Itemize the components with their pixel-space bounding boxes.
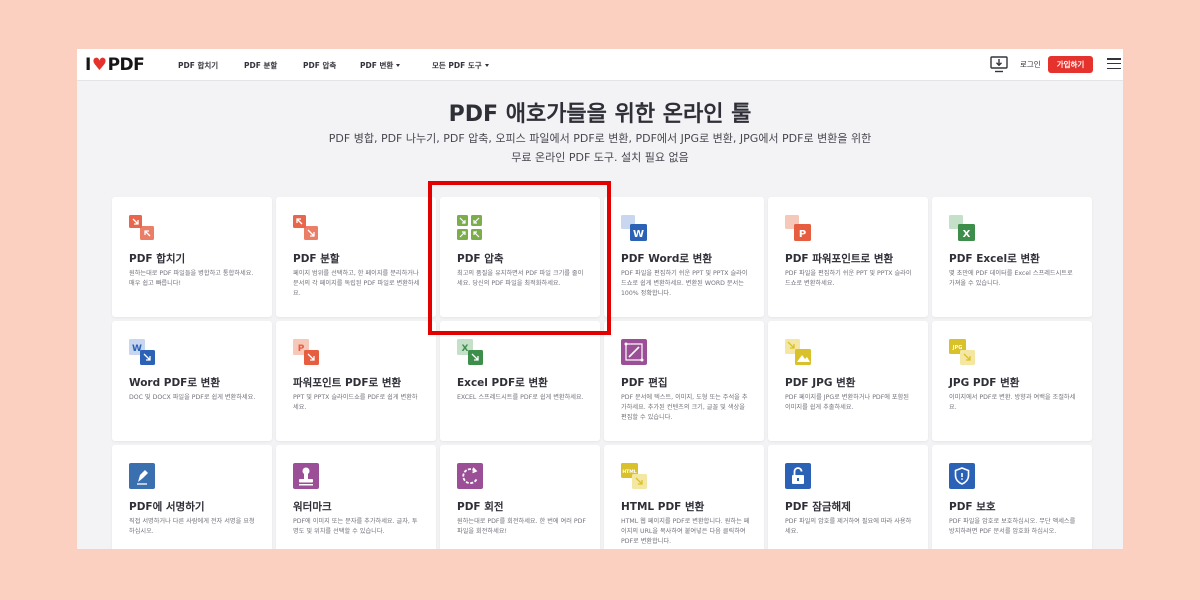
tool-card-html-to-pdf[interactable]: HTML HTML PDF 변환 HTML 웹 페이지를 PDF로 변환합니다.… bbox=[604, 445, 764, 549]
tool-description: 페이지 범위를 선택하고, 한 페이지를 분리하거나 문서의 각 페이지를 독립… bbox=[293, 270, 420, 297]
nav-all-tools[interactable]: 모든 PDF 도구 bbox=[432, 49, 489, 81]
tool-description: PDF 파일을 편집하기 쉬운 PPT 및 PPTX 슬라이드쇼로 쉽게 변환하… bbox=[621, 270, 748, 297]
tool-description: 직접 서명하거나 다른 사람에게 전자 서명을 요청하십시오. bbox=[129, 518, 255, 535]
svg-text:JPG: JPG bbox=[952, 345, 963, 351]
tool-title: PDF 합치기 bbox=[129, 253, 186, 265]
logo-suffix: PDF bbox=[107, 55, 145, 75]
tool-title: PDF 보호 bbox=[949, 501, 996, 513]
page-title: PDF 애호가들을 위한 온라인 툴 bbox=[448, 102, 752, 127]
tool-card-rotate-pdf[interactable]: PDF 회전 원하는대로 PDF를 회전하세요. 한 번에 여러 PDF 파일을… bbox=[440, 445, 600, 549]
rotate-icon bbox=[457, 463, 483, 489]
nav-compress-pdf[interactable]: PDF 압축 bbox=[303, 49, 336, 81]
signup-button[interactable]: 가입하기 bbox=[1048, 56, 1093, 73]
excel-icon: X bbox=[949, 215, 975, 241]
top-navigation-bar: I ♥ PDF PDF 합치기 PDF 분할 PDF 압축 PDF 변환 모든 … bbox=[77, 49, 1123, 81]
nav-convert-pdf[interactable]: PDF 변환 bbox=[360, 49, 401, 81]
tool-description: PPT 및 PPTX 슬라이드쇼를 PDF로 쉽게 변환하세요. bbox=[293, 394, 418, 411]
tool-title: 워터마크 bbox=[293, 501, 332, 513]
word-to-pdf-icon: W bbox=[129, 339, 155, 365]
tool-title: 파워포인트 PDF로 변환 bbox=[293, 377, 402, 389]
tool-description: EXCEL 스프레드시트를 PDF로 쉽게 변환하세요. bbox=[457, 394, 584, 401]
sign-icon bbox=[129, 463, 155, 489]
tool-title: PDF에 서명하기 bbox=[129, 501, 205, 513]
tool-card-merge[interactable]: PDF 합치기 원하는대로 PDF 파일들을 병합하고 통합하세요. 매우 쉽고… bbox=[112, 197, 272, 317]
tool-description: 몇 초만에 PDF 데이터를 Excel 스프레드시트로 가져올 수 있습니다. bbox=[949, 270, 1073, 287]
tool-card-pdf-to-excel[interactable]: X PDF Excel로 변환 몇 초만에 PDF 데이터를 Excel 스프레… bbox=[932, 197, 1092, 317]
watermark-icon bbox=[293, 463, 319, 489]
jpg-to-pdf-icon: JPG bbox=[949, 339, 975, 365]
nav-convert-pdf-label: PDF 변환 bbox=[360, 60, 394, 70]
tool-card-pdf-to-powerpoint[interactable]: P PDF 파워포인트로 변환 PDF 파일을 편집하기 쉬운 PPT 및 PP… bbox=[768, 197, 928, 317]
svg-text:P: P bbox=[298, 344, 305, 354]
tool-card-edit-pdf[interactable]: PDF 편집 PDF 문서에 텍스트, 이미지, 도형 또는 주석을 추가하세요… bbox=[604, 321, 764, 441]
tool-description: PDF 파일을 편집하기 쉬운 PPT 및 PPTX 슬라이드쇼로 변환하세요. bbox=[785, 270, 912, 287]
powerpoint-icon: P bbox=[785, 215, 811, 241]
tool-title: PDF JPG 변환 bbox=[785, 377, 856, 389]
html-icon: HTML bbox=[621, 463, 647, 489]
logo-prefix: I bbox=[85, 55, 91, 75]
tool-card-protect-pdf[interactable]: PDF 보호 PDF 파일을 암호로 보호하십시오. 무단 액세스를 방지하려면… bbox=[932, 445, 1092, 549]
svg-text:P: P bbox=[799, 229, 806, 240]
nav-all-tools-label: 모든 PDF 도구 bbox=[432, 60, 482, 70]
page-subtitle: PDF 병합, PDF 나누기, PDF 압축, 오피스 파일에서 PDF로 변… bbox=[328, 132, 872, 164]
tool-description: PDF 파일을 암호로 보호하십시오. 무단 액세스를 방지하려면 PDF 문서… bbox=[949, 518, 1076, 535]
svg-text:W: W bbox=[633, 229, 644, 240]
nav-split-pdf[interactable]: PDF 분할 bbox=[244, 49, 277, 81]
split-icon bbox=[293, 215, 318, 240]
tool-description: DOC 및 DOCX 파일을 PDF로 쉽게 변환하세요. bbox=[129, 394, 256, 401]
tool-card-excel-to-pdf[interactable]: X Excel PDF로 변환 EXCEL 스프레드시트를 PDF로 쉽게 변환… bbox=[440, 321, 600, 441]
tool-description: PDF 문서에 텍스트, 이미지, 도형 또는 주석을 추가하세요. 추가된 컨… bbox=[621, 394, 748, 421]
tool-card-split[interactable]: PDF 분할 페이지 범위를 선택하고, 한 페이지를 분리하거나 문서의 각 … bbox=[276, 197, 436, 317]
tool-card-pdf-to-jpg[interactable]: PDF JPG 변환 PDF 페이지를 JPG로 변환하거나 PDF에 포함된 … bbox=[768, 321, 928, 441]
unlock-icon bbox=[785, 463, 811, 489]
tool-title: PDF 분할 bbox=[293, 253, 340, 265]
tool-title: Word PDF로 변환 bbox=[129, 377, 220, 389]
tool-title: PDF Word로 변환 bbox=[621, 253, 712, 265]
svg-text:X: X bbox=[462, 344, 469, 354]
pdf-to-jpg-icon bbox=[785, 339, 811, 365]
chevron-down-icon bbox=[396, 63, 401, 67]
tool-description: 원하는대로 PDF를 회전하세요. 한 번에 여러 PDF 파일을 회전하세요! bbox=[457, 518, 586, 535]
svg-text:X: X bbox=[963, 229, 971, 240]
ilovepdf-logo[interactable]: I ♥ PDF bbox=[85, 55, 145, 75]
tool-title: PDF 파워포인트로 변환 bbox=[785, 253, 894, 265]
tool-description: 원하는대로 PDF 파일들을 병합하고 통합하세요. 매우 쉽고 빠릅니다! bbox=[129, 270, 254, 287]
tool-description: HTML 웹 페이지를 PDF로 변환합니다. 원하는 페이지의 URL을 복사… bbox=[621, 518, 750, 545]
merge-icon bbox=[129, 215, 154, 240]
login-link[interactable]: 로그인 bbox=[1020, 49, 1041, 81]
powerpoint-to-pdf-icon: P bbox=[293, 339, 319, 365]
tool-card-powerpoint-to-pdf[interactable]: P 파워포인트 PDF로 변환 PPT 및 PPTX 슬라이드쇼를 PDF로 쉽… bbox=[276, 321, 436, 441]
hamburger-menu-icon[interactable] bbox=[1107, 58, 1121, 70]
tool-card-unlock-pdf[interactable]: PDF 잠금해제 PDF 파일의 암호를 제거하여 필요에 따라 사용하세요. bbox=[768, 445, 928, 549]
tool-title: PDF 편집 bbox=[621, 377, 668, 389]
chevron-down-icon bbox=[484, 63, 489, 67]
highlight-box bbox=[428, 181, 611, 335]
tool-card-pdf-to-word[interactable]: W PDF Word로 변환 PDF 파일을 편집하기 쉬운 PPT 및 PPT… bbox=[604, 197, 764, 317]
excel-to-pdf-icon: X bbox=[457, 339, 483, 365]
tool-title: PDF 잠금해제 bbox=[785, 501, 851, 513]
tool-card-watermark[interactable]: 워터마크 PDF에 이미지 또는 문자를 추가하세요. 글자, 투명도 및 위치… bbox=[276, 445, 436, 549]
desktop-download-icon[interactable] bbox=[990, 56, 1008, 73]
tool-description: PDF 페이지를 JPG로 변환하거나 PDF에 포함된 이미지를 쉽게 추출하… bbox=[785, 394, 909, 411]
tool-card-word-to-pdf[interactable]: W Word PDF로 변환 DOC 및 DOCX 파일을 PDF로 쉽게 변환… bbox=[112, 321, 272, 441]
protect-icon bbox=[949, 463, 975, 489]
tool-title: PDF Excel로 변환 bbox=[949, 253, 1040, 265]
word-icon: W bbox=[621, 215, 647, 241]
tool-description: PDF에 이미지 또는 문자를 추가하세요. 글자, 투명도 및 위치를 선택할… bbox=[293, 518, 418, 535]
tool-title: HTML PDF 변환 bbox=[621, 501, 705, 513]
tool-title: JPG PDF 변환 bbox=[949, 377, 1020, 389]
tool-card-sign-pdf[interactable]: PDF에 서명하기 직접 서명하거나 다른 사람에게 전자 서명을 요청하십시오… bbox=[112, 445, 272, 549]
tool-description: 이미지에서 PDF로 변환. 방향과 여백을 조절하세요. bbox=[949, 394, 1076, 411]
tool-title: Excel PDF로 변환 bbox=[457, 377, 548, 389]
edit-icon bbox=[621, 339, 647, 365]
nav-merge-pdf[interactable]: PDF 합치기 bbox=[178, 49, 218, 81]
tool-title: PDF 회전 bbox=[457, 501, 504, 513]
tool-card-jpg-to-pdf[interactable]: JPG JPG PDF 변환 이미지에서 PDF로 변환. 방향과 여백을 조절… bbox=[932, 321, 1092, 441]
heart-icon: ♥ bbox=[91, 55, 107, 75]
tool-description: PDF 파일의 암호를 제거하여 필요에 따라 사용하세요. bbox=[785, 518, 912, 535]
